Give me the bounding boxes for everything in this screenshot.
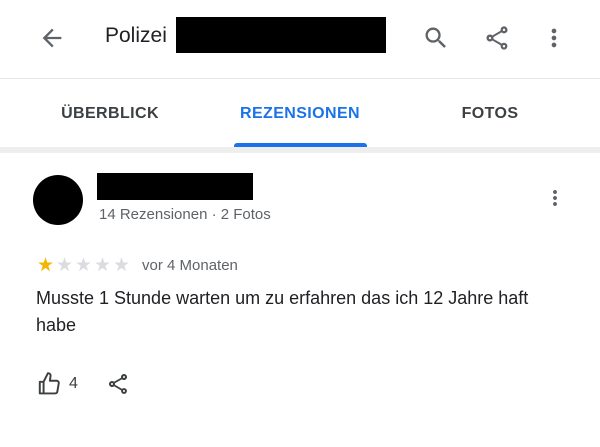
review-date: vor 4 Monaten	[142, 256, 238, 274]
star-empty-icon: ★	[112, 253, 131, 276]
share-icon	[108, 373, 127, 394]
page-title: Polizei	[105, 24, 167, 47]
review-actions: 4	[36, 369, 130, 399]
star-empty-icon: ★	[93, 253, 112, 276]
more-vert-icon	[551, 28, 557, 48]
app-bar: Polizei	[0, 0, 600, 78]
more-vert-icon	[553, 190, 557, 206]
like-count: 4	[69, 375, 78, 392]
review-card: 14 Rezensionen · 2 Fotos ★ ★ ★ ★ ★ vor 4 Mon…	[0, 153, 600, 447]
like-button[interactable]: 4	[36, 369, 78, 399]
star-filled-icon: ★	[36, 253, 55, 276]
star-empty-icon: ★	[55, 253, 74, 276]
search-icon	[425, 27, 446, 48]
tab-overview[interactable]: ÜBERBLICK	[20, 79, 200, 149]
back-button[interactable]	[34, 20, 70, 56]
share-review-button[interactable]	[106, 369, 130, 399]
share-place-button[interactable]	[479, 20, 515, 56]
thumb-up-icon	[38, 372, 60, 395]
reviewer-meta: 14 Rezensionen · 2 Fotos	[99, 206, 271, 223]
arrow-back-icon	[42, 28, 62, 48]
more-options-button[interactable]	[536, 20, 572, 56]
redacted-reviewer-name	[97, 173, 253, 200]
search-button[interactable]	[418, 20, 454, 56]
share-icon	[486, 26, 508, 50]
tab-photos[interactable]: FOTOS	[400, 79, 580, 149]
rating-row: ★ ★ ★ ★ ★ vor 4 Monaten	[36, 254, 238, 276]
tab-bar: ÜBERBLICK REZENSIONEN FOTOS	[0, 78, 600, 148]
tab-reviews[interactable]: REZENSIONEN	[210, 79, 390, 149]
review-more-button[interactable]	[540, 183, 570, 213]
star-rating: ★ ★ ★ ★ ★	[36, 253, 131, 276]
star-empty-icon: ★	[74, 253, 93, 276]
avatar[interactable]	[33, 175, 83, 225]
review-text: Musste 1 Stunde warten um zu erfahren da…	[36, 288, 529, 335]
redacted-title-block	[176, 17, 386, 53]
